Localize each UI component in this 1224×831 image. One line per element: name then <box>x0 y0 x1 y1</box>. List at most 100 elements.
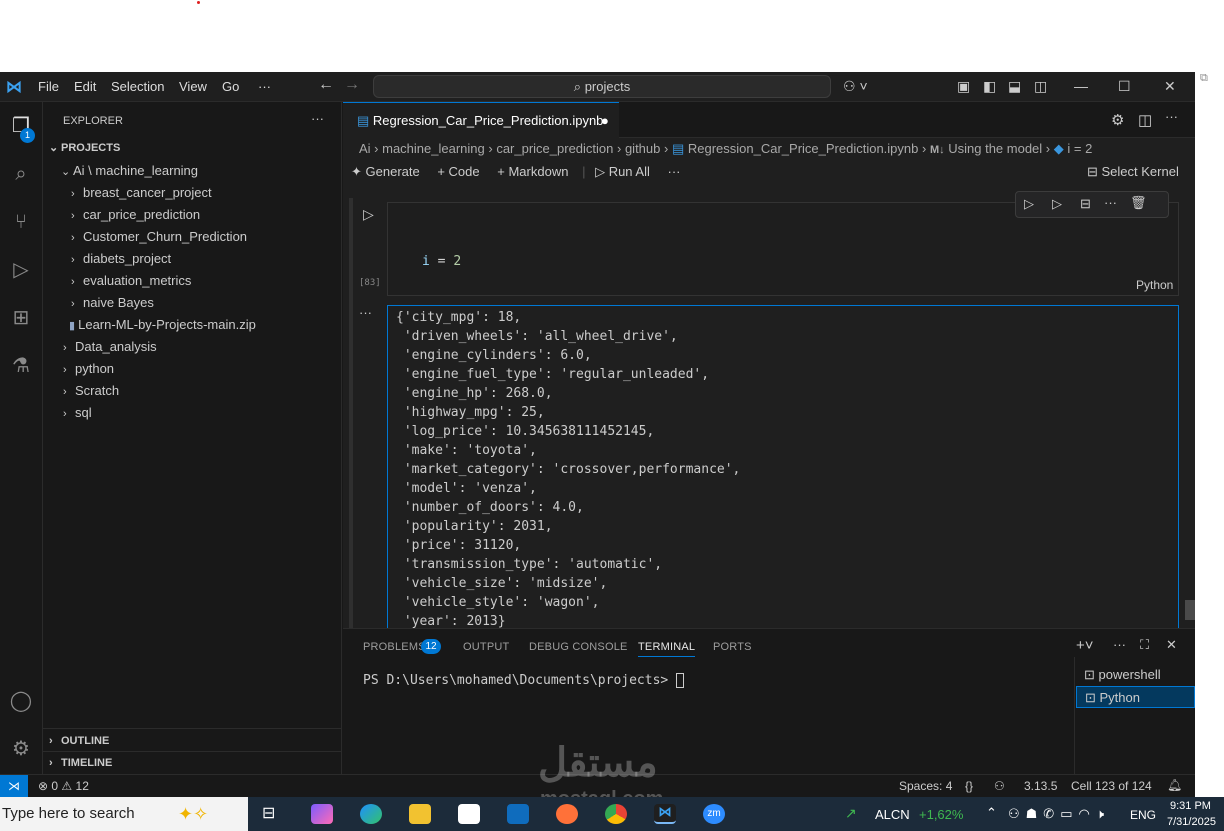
delete-cell-icon[interactable]: 🗑 <box>1130 195 1147 211</box>
language-braces[interactable]: {} <box>965 779 973 793</box>
close-icon[interactable]: ✕ <box>1164 78 1176 95</box>
tab-output[interactable]: OUTPUT <box>463 641 509 653</box>
terminal-prompt[interactable]: PS D:\Users\mohamed\Documents\projects> <box>363 673 685 688</box>
testing-icon[interactable]: ⚗ <box>7 352 35 380</box>
unsaved-dot-icon[interactable]: ● <box>601 103 609 139</box>
tab-terminal[interactable]: TERMINAL <box>638 641 696 657</box>
select-kernel-button[interactable]: ⊟ Select Kernel <box>1087 164 1179 180</box>
settings-gear-icon[interactable]: ⚙ <box>1111 111 1124 129</box>
clock-date[interactable]: 7/31/2025 <box>1167 816 1216 828</box>
problems-status[interactable]: ⊗ 0 ⚠ 12 <box>38 779 89 793</box>
add-code-button[interactable]: + Code <box>437 164 479 179</box>
tab-debug-console[interactable]: DEBUG CONSOLE <box>529 641 628 653</box>
folder-item[interactable]: › breast_cancer_project <box>71 182 212 204</box>
split-cell-icon[interactable]: ⊟ <box>1080 196 1091 212</box>
chrome-icon[interactable] <box>605 804 627 824</box>
zoom-icon[interactable]: zm <box>703 804 725 824</box>
store-icon[interactable] <box>458 804 480 824</box>
file-explorer-icon[interactable] <box>409 804 431 824</box>
copilot-icon[interactable]: ⚇ ˅ <box>843 78 868 95</box>
copilot-app-icon[interactable] <box>311 804 333 824</box>
clock-time[interactable]: 9:31 PM <box>1170 800 1211 812</box>
toggle-sidebar-icon[interactable]: ◧ <box>983 78 996 95</box>
outlook-icon[interactable] <box>507 804 529 824</box>
menu-go[interactable]: Go <box>222 79 239 94</box>
split-editor-icon[interactable]: ◫ <box>1138 111 1152 129</box>
close-panel-icon[interactable]: ✕ <box>1166 637 1177 653</box>
add-markdown-button[interactable]: + Markdown <box>497 164 568 179</box>
maximize-icon[interactable]: ☐ <box>1118 78 1131 95</box>
search-icon[interactable]: ⌕ <box>7 160 35 188</box>
chevron-up-icon[interactable]: ⌃ <box>986 805 997 821</box>
terminal-list-item[interactable]: ⊡ powershell <box>1076 664 1195 686</box>
command-center[interactable]: ⌕ projects <box>373 75 831 98</box>
taskbar-search[interactable]: Type here to search ✦✧ <box>0 797 248 831</box>
extensions-icon[interactable]: ⊞ <box>7 304 35 332</box>
menu-selection[interactable]: Selection <box>111 79 164 94</box>
menu-file[interactable]: File <box>38 79 59 94</box>
toggle-panel-icon[interactable]: ⬓ <box>1008 78 1021 95</box>
outline-section[interactable]: › OUTLINE <box>49 730 109 752</box>
minimize-icon[interactable]: — <box>1074 78 1088 94</box>
cell-position[interactable]: Cell 123 of 124 <box>1071 779 1152 793</box>
source-control-icon[interactable]: ⑂ <box>7 208 35 236</box>
edge-icon[interactable] <box>360 804 382 824</box>
task-view-icon[interactable]: ⊟ <box>262 803 275 823</box>
timeline-section[interactable]: › TIMELINE <box>49 752 112 774</box>
remote-icon[interactable]: ⋊ <box>0 775 28 798</box>
copilot-status-icon[interactable]: ⚇ <box>994 779 1005 793</box>
scrollbar-thumb[interactable] <box>1185 600 1195 620</box>
more-actions-icon[interactable]: ··· <box>1165 109 1178 124</box>
run-all-button[interactable]: ▷ Run All <box>595 164 650 179</box>
breadcrumb-item[interactable]: car_price_prediction <box>496 141 613 156</box>
menu-edit[interactable]: Edit <box>74 79 96 94</box>
generate-button[interactable]: ✦ Generate <box>351 164 420 179</box>
customize-layout-icon[interactable]: ▣ <box>957 78 970 95</box>
tab-ports[interactable]: PORTS <box>713 641 752 653</box>
breadcrumb-item[interactable]: Using the model <box>948 141 1042 156</box>
breadcrumb-item[interactable]: i = 2 <box>1067 141 1092 156</box>
folder-item[interactable]: › evaluation_metrics <box>71 270 191 292</box>
toolbar-more-button[interactable]: ··· <box>668 164 681 179</box>
back-arrow-icon[interactable]: ← <box>318 76 334 94</box>
run-below-icon[interactable]: ▷ <box>1052 196 1062 212</box>
breadcrumb-item[interactable]: github <box>625 141 660 156</box>
terminal-list-item[interactable]: ⊡ Python <box>1076 686 1195 708</box>
folder-root[interactable]: ⌄ Ai \ machine_learning <box>61 160 198 182</box>
zip-file-item[interactable]: ▮ Learn-ML-by-Projects-main.zip <box>69 314 256 336</box>
tab-notebook[interactable]: ▤ Regression_Car_Price_Prediction.ipynb … <box>343 102 619 138</box>
folder-item[interactable]: › python <box>63 358 114 380</box>
cell-more-icon[interactable]: ··· <box>1104 195 1117 210</box>
breadcrumb-item[interactable]: Ai <box>359 141 371 156</box>
folder-item[interactable]: › Scratch <box>63 380 119 402</box>
forward-arrow-icon[interactable]: → <box>344 76 360 94</box>
maximize-panel-icon[interactable]: ⛶ <box>1140 637 1149 653</box>
output-more-icon[interactable]: ··· <box>359 305 372 320</box>
account-icon[interactable]: ◯ <box>7 687 35 715</box>
toggle-secondary-sidebar-icon[interactable]: ◫ <box>1034 78 1047 95</box>
firefox-icon[interactable] <box>556 804 578 824</box>
run-above-icon[interactable]: ▷ <box>1024 196 1034 212</box>
explorer-more-button[interactable]: ··· <box>311 108 324 130</box>
folder-item[interactable]: › Customer_Churn_Prediction <box>71 226 247 248</box>
stock-symbol[interactable]: ALCN <box>875 807 910 822</box>
indentation-status[interactable]: Spaces: 4 <box>899 779 952 793</box>
folder-item[interactable]: › sql <box>63 402 92 424</box>
run-debug-icon[interactable]: ▷ <box>7 256 35 284</box>
menu-view[interactable]: View <box>179 79 207 94</box>
menu-more[interactable]: ··· <box>258 79 271 94</box>
settings-gear-icon[interactable]: ⚙ <box>7 735 35 763</box>
folder-item[interactable]: › diabets_project <box>71 248 171 270</box>
vscode-taskbar-icon[interactable]: ⋈ <box>654 804 676 824</box>
system-tray-icons[interactable]: ⚇☗✆▭◠🕨︎ <box>1008 806 1110 822</box>
new-terminal-icon[interactable]: +˅ <box>1076 637 1094 654</box>
cell-language[interactable]: Python <box>1136 278 1173 292</box>
folder-item[interactable]: › naive Bayes <box>71 292 154 314</box>
breadcrumb-item[interactable]: Regression_Car_Price_Prediction.ipynb <box>688 141 919 156</box>
folder-item[interactable]: › car_price_prediction <box>71 204 200 226</box>
folder-item[interactable]: › Data_analysis <box>63 336 157 358</box>
breadcrumb-item[interactable]: machine_learning <box>382 141 485 156</box>
tab-problems[interactable]: PROBLEMS <box>363 641 426 653</box>
python-version[interactable]: 3.13.5 <box>1024 779 1057 793</box>
run-cell-icon[interactable]: ▷ <box>363 206 374 223</box>
